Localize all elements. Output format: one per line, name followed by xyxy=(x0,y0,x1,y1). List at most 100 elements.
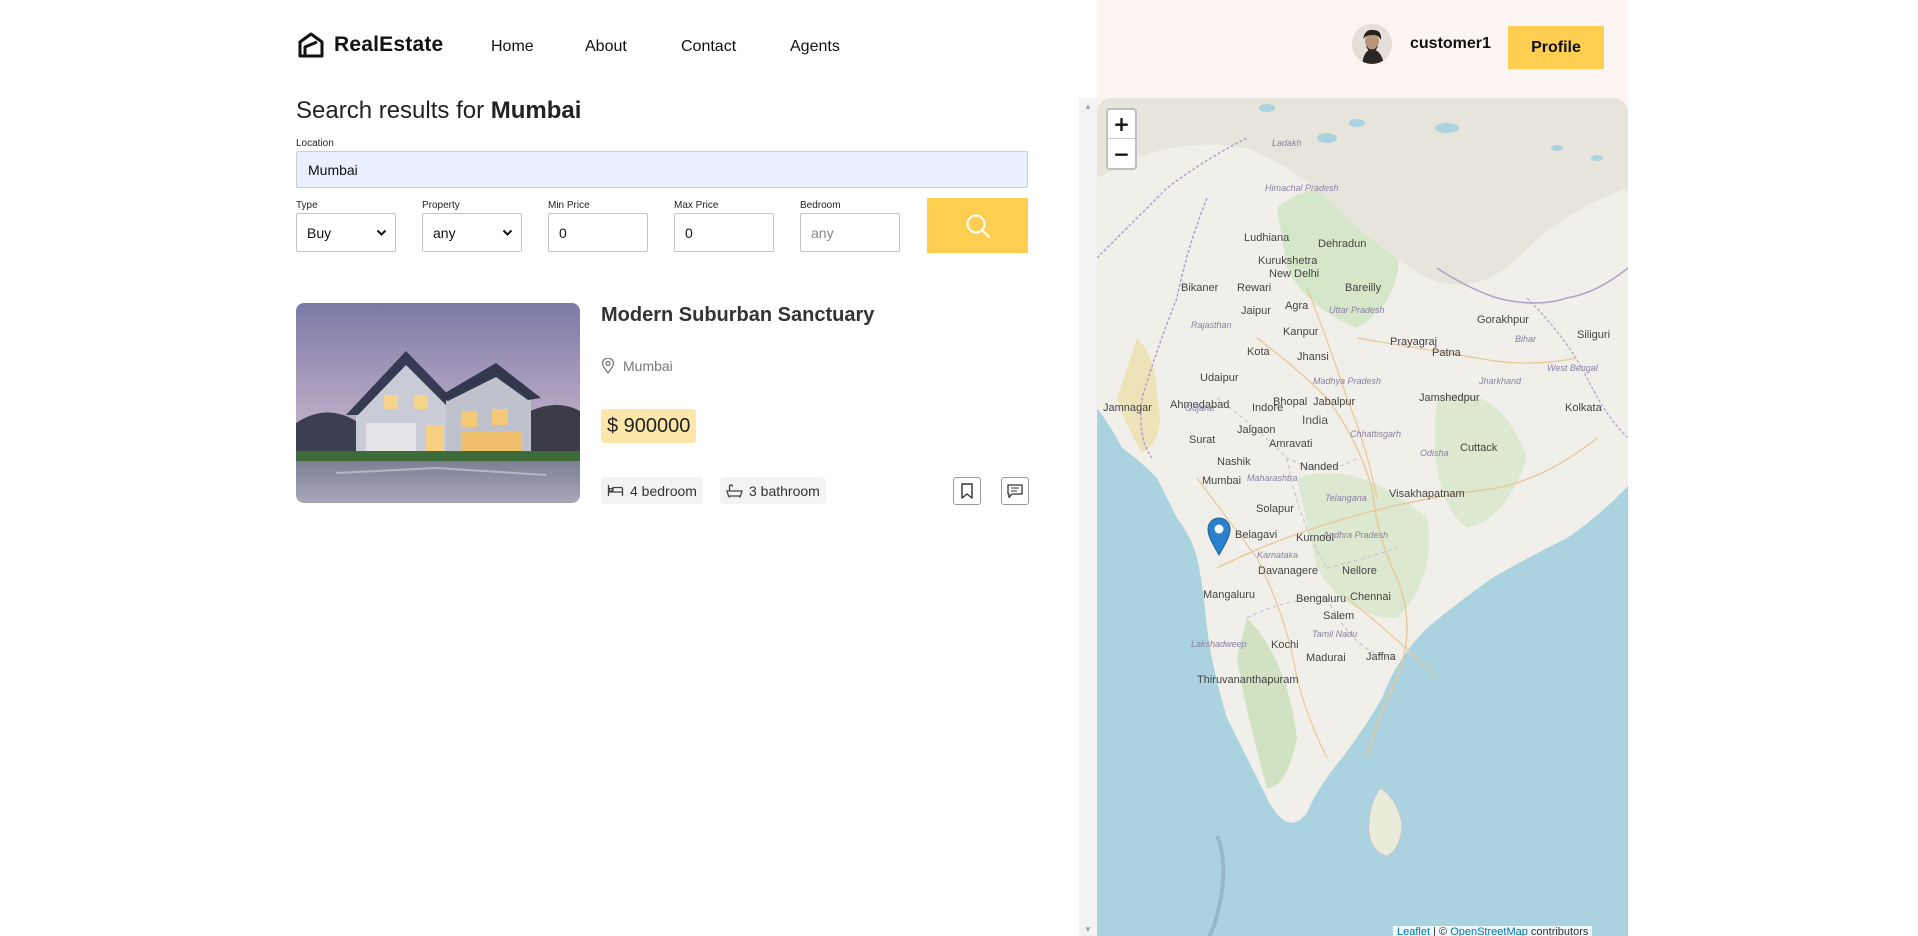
map-label: Nellore xyxy=(1342,565,1377,577)
map-label: Siliguri xyxy=(1577,329,1610,341)
map-label: Ludhiana xyxy=(1244,232,1290,244)
nav-agents-link[interactable]: Agents xyxy=(790,38,840,56)
map-label: India xyxy=(1302,413,1328,427)
map-label: Patna xyxy=(1432,347,1462,359)
map-label: Udaipur xyxy=(1200,372,1239,384)
openstreetmap-link[interactable]: OpenStreetMap xyxy=(1450,926,1528,936)
map-label: Jharkhand xyxy=(1478,376,1522,386)
property-label: Property xyxy=(422,200,460,211)
map-label: Thiruvananthapuram xyxy=(1197,674,1299,686)
map-marker-icon xyxy=(1207,517,1231,557)
map-label: Belagavi xyxy=(1235,529,1277,541)
bedroom-input[interactable]: any xyxy=(800,213,900,252)
min-price-input[interactable]: 0 xyxy=(548,213,648,252)
map-label: West Bengal xyxy=(1547,363,1599,373)
map-label: Jabalpur xyxy=(1313,396,1356,408)
nav-about-link[interactable]: About xyxy=(585,38,627,56)
map-label: Uttar Pradesh xyxy=(1329,305,1385,315)
search-results-title: Search results for Mumbai xyxy=(296,97,581,125)
map-view[interactable]: Ladakh Himachal Pradesh Ludhiana Dehradu… xyxy=(1097,98,1628,936)
map-label: Prayagraj xyxy=(1390,336,1437,348)
bathroom-count: 3 bathroom xyxy=(720,477,826,504)
bedroom-count-text: 4 bedroom xyxy=(630,482,697,499)
map-label: Bareilly xyxy=(1345,282,1382,294)
bedroom-label: Bedroom xyxy=(800,200,841,211)
avatar-portrait-icon xyxy=(1352,24,1392,64)
house-photo xyxy=(296,303,580,503)
map-label: Bihar xyxy=(1515,334,1537,344)
type-label: Type xyxy=(296,200,318,211)
bathtub-icon xyxy=(726,483,743,498)
map-label: Madurai xyxy=(1306,652,1346,664)
map-label: Salem xyxy=(1323,610,1354,622)
map-label: Karnataka xyxy=(1257,550,1298,560)
max-price-label: Max Price xyxy=(674,200,719,211)
map-label: Visakhapatnam xyxy=(1389,488,1465,500)
map-label: Kolkata xyxy=(1565,402,1603,414)
property-select[interactable]: any xyxy=(422,213,522,252)
user-avatar[interactable] xyxy=(1352,24,1392,64)
property-marker[interactable] xyxy=(1206,516,1232,561)
nav-home-link[interactable]: Home xyxy=(491,38,534,56)
map-label: Cuttack xyxy=(1460,442,1498,454)
leaflet-link[interactable]: Leaflet xyxy=(1397,926,1430,936)
property-select-value: any xyxy=(433,224,456,241)
map-label: Jaffna xyxy=(1366,651,1397,663)
map-label: Agra xyxy=(1285,300,1309,312)
map-label: Jamshedpur xyxy=(1419,392,1480,404)
map-label: Dehradun xyxy=(1318,238,1366,250)
map-label: Andhra Pradesh xyxy=(1322,530,1388,540)
map-label: Surat xyxy=(1189,434,1215,446)
map-label: Bengaluru xyxy=(1296,593,1346,605)
bedroom-count: 4 bedroom xyxy=(601,477,703,504)
username: customer1 xyxy=(1410,35,1491,52)
map-label: Chennai xyxy=(1350,591,1391,603)
bathroom-count-text: 3 bathroom xyxy=(749,482,820,499)
map-label: Jaipur xyxy=(1241,305,1271,317)
map-tiles: Ladakh Himachal Pradesh Ludhiana Dehradu… xyxy=(1097,98,1628,936)
listing-address: Mumbai xyxy=(601,358,673,374)
profile-button[interactable]: Profile xyxy=(1508,26,1604,69)
chevron-down-icon xyxy=(376,229,387,236)
map-label: Rewari xyxy=(1237,282,1271,294)
search-icon xyxy=(966,214,990,238)
attribution-tail: contributors xyxy=(1530,926,1589,936)
map-attribution: Leaflet | © OpenStreetMap contributors xyxy=(1393,926,1593,936)
map-label: Kurukshetra xyxy=(1258,255,1318,267)
map-label: Mangaluru xyxy=(1203,589,1255,601)
type-select[interactable]: Buy xyxy=(296,213,396,252)
map-label: Jhansi xyxy=(1297,351,1329,363)
map-label: Chhattisgarh xyxy=(1350,429,1401,439)
listing-image[interactable] xyxy=(296,303,580,503)
chat-icon xyxy=(1007,483,1023,498)
house-logo-icon xyxy=(298,32,324,58)
user-menu[interactable]: customer1 xyxy=(1352,24,1491,64)
map-zoom-control[interactable]: + − xyxy=(1106,108,1137,170)
map-label: Bikaner xyxy=(1181,282,1219,294)
brand-logo[interactable]: RealEstate xyxy=(296,30,443,60)
scroll-up-arrow-icon[interactable]: ▲ xyxy=(1084,102,1092,111)
search-button[interactable] xyxy=(927,198,1028,253)
map-label: Davanagere xyxy=(1258,565,1318,577)
map-label: Nashik xyxy=(1217,456,1251,468)
zoom-in-button[interactable]: + xyxy=(1108,110,1135,139)
map-label: Nanded xyxy=(1300,461,1339,473)
map-label: Solapur xyxy=(1256,503,1294,515)
nav-contact-link[interactable]: Contact xyxy=(681,38,736,56)
map-label: Tamil Nadu xyxy=(1312,629,1357,639)
save-bookmark-button[interactable] xyxy=(953,477,981,505)
map-label: Maharashtra xyxy=(1247,473,1298,483)
brand-name: RealEstate xyxy=(334,33,444,56)
max-price-input[interactable]: 0 xyxy=(674,213,774,252)
chat-button[interactable] xyxy=(1001,477,1029,505)
attribution-separator: | © xyxy=(1433,926,1448,936)
type-select-value: Buy xyxy=(307,224,332,241)
location-input[interactable]: Mumbai xyxy=(296,151,1028,188)
map-label: Kota xyxy=(1247,346,1271,358)
zoom-out-button[interactable]: − xyxy=(1108,139,1135,168)
bed-icon xyxy=(607,485,624,496)
scroll-down-arrow-icon[interactable]: ▼ xyxy=(1084,925,1092,934)
results-scrollbar[interactable]: ▲ ▼ xyxy=(1079,98,1097,936)
listing-title[interactable]: Modern Suburban Sanctuary xyxy=(601,304,874,327)
search-title-city: Mumbai xyxy=(490,97,582,124)
